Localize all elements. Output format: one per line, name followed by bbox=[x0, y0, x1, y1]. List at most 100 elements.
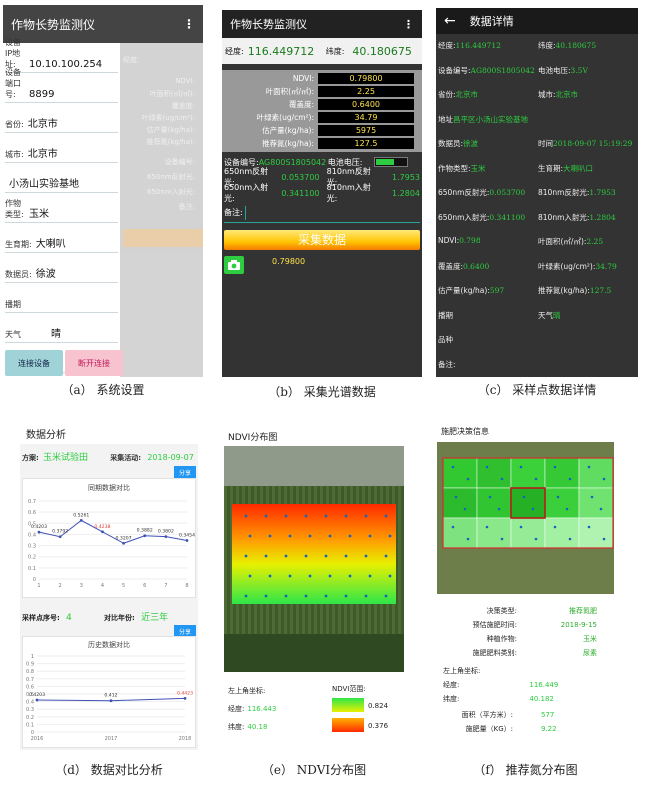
sample-point[interactable] bbox=[268, 574, 272, 578]
settings-field[interactable]: 生育期: 大喇叭 bbox=[5, 223, 118, 253]
sample-point[interactable] bbox=[500, 537, 504, 541]
sample-point[interactable] bbox=[348, 574, 352, 578]
sample-point[interactable] bbox=[284, 594, 288, 598]
sample-point[interactable] bbox=[324, 554, 328, 558]
grid-cell[interactable] bbox=[578, 517, 614, 549]
sample-point[interactable] bbox=[466, 477, 470, 481]
settings-field[interactable]: 天气 晴 bbox=[5, 313, 118, 343]
data-point[interactable] bbox=[185, 539, 189, 542]
field-value[interactable]: 北京市 bbox=[28, 115, 58, 130]
plan-value[interactable]: 玉米试验田 bbox=[43, 453, 88, 463]
data-point[interactable] bbox=[164, 535, 168, 539]
sample-point[interactable] bbox=[384, 514, 388, 518]
sample-point[interactable] bbox=[368, 534, 372, 538]
sample-point[interactable] bbox=[587, 465, 591, 469]
sample-point[interactable] bbox=[388, 534, 392, 538]
grid-cell[interactable] bbox=[510, 457, 546, 489]
field-value[interactable]: 10.10.100.254 bbox=[29, 59, 102, 70]
grid-cell[interactable] bbox=[544, 487, 580, 519]
sample-point[interactable] bbox=[368, 574, 372, 578]
settings-field[interactable]: 数据员: 徐波 bbox=[5, 253, 118, 283]
sample-point[interactable] bbox=[324, 594, 328, 598]
sample-point[interactable] bbox=[519, 525, 523, 529]
sample-point[interactable] bbox=[602, 537, 606, 541]
data-point[interactable] bbox=[122, 541, 125, 545]
sample-point[interactable] bbox=[288, 534, 292, 538]
grid-cell[interactable] bbox=[510, 487, 546, 519]
grid-cell[interactable] bbox=[544, 517, 580, 549]
grid-cell[interactable] bbox=[442, 487, 478, 519]
sample-point[interactable] bbox=[344, 554, 348, 558]
sample-point[interactable] bbox=[308, 574, 312, 578]
data-point[interactable] bbox=[58, 535, 62, 539]
field-value[interactable]: 晴 bbox=[51, 325, 61, 340]
field-value[interactable]: 徐波 bbox=[36, 265, 56, 280]
sample-point[interactable] bbox=[264, 594, 268, 598]
sample-point[interactable] bbox=[364, 554, 368, 558]
sample-point[interactable] bbox=[590, 495, 594, 499]
sample-point[interactable] bbox=[534, 477, 538, 481]
field-value[interactable]: 8899 bbox=[29, 89, 54, 100]
year-value[interactable]: 近三年 bbox=[141, 613, 168, 623]
sample-point[interactable] bbox=[244, 554, 248, 558]
note-input[interactable] bbox=[244, 205, 420, 220]
sample-point[interactable] bbox=[454, 495, 458, 499]
sample-point[interactable] bbox=[344, 514, 348, 518]
sample-point[interactable] bbox=[328, 574, 332, 578]
grid-cell[interactable] bbox=[544, 457, 580, 489]
point-value[interactable]: 4 bbox=[66, 613, 72, 623]
sample-point[interactable] bbox=[348, 534, 352, 538]
field-value[interactable]: 小汤山实验基地 bbox=[9, 175, 79, 190]
sample-point[interactable] bbox=[534, 537, 538, 541]
sample-point[interactable] bbox=[488, 495, 492, 499]
back-arrow-icon[interactable]: ← bbox=[444, 13, 456, 29]
sample-point[interactable] bbox=[556, 495, 560, 499]
sample-point[interactable] bbox=[364, 514, 368, 518]
sample-point[interactable] bbox=[304, 594, 308, 598]
settings-field[interactable]: 城市: 北京市 bbox=[5, 133, 118, 163]
sample-point[interactable] bbox=[344, 594, 348, 598]
grid-cell[interactable] bbox=[442, 457, 478, 489]
sample-point[interactable] bbox=[463, 507, 467, 511]
sample-point[interactable] bbox=[531, 507, 535, 511]
grid-cell[interactable] bbox=[476, 517, 512, 549]
settings-field[interactable]: 播期 bbox=[5, 283, 118, 313]
sample-point[interactable] bbox=[522, 495, 526, 499]
disconnect-button[interactable]: 断开连接 bbox=[65, 350, 123, 376]
field-value[interactable]: 大喇叭 bbox=[36, 235, 66, 250]
data-point[interactable] bbox=[109, 699, 113, 703]
sample-point[interactable] bbox=[384, 554, 388, 558]
sample-point[interactable] bbox=[500, 477, 504, 481]
sample-point[interactable] bbox=[602, 477, 606, 481]
sample-point[interactable] bbox=[288, 574, 292, 578]
sample-point[interactable] bbox=[248, 534, 252, 538]
settings-field[interactable]: 作物类型: 玉米 bbox=[5, 193, 118, 223]
data-point[interactable] bbox=[37, 530, 41, 534]
settings-field[interactable]: 省份: 北京市 bbox=[5, 103, 118, 133]
sample-point[interactable] bbox=[466, 537, 470, 541]
sample-point[interactable] bbox=[244, 594, 248, 598]
field-value[interactable]: 玉米 bbox=[29, 205, 49, 220]
sample-point[interactable] bbox=[264, 554, 268, 558]
data-point[interactable] bbox=[79, 518, 83, 522]
sample-point[interactable] bbox=[485, 465, 489, 469]
sample-point[interactable] bbox=[284, 514, 288, 518]
grid-cell[interactable] bbox=[476, 457, 512, 489]
sample-point[interactable] bbox=[364, 594, 368, 598]
sample-point[interactable] bbox=[328, 534, 332, 538]
sample-point[interactable] bbox=[248, 574, 252, 578]
sample-point[interactable] bbox=[308, 534, 312, 538]
data-point[interactable] bbox=[101, 530, 104, 534]
overflow-menu-icon[interactable]: ⋮ bbox=[403, 18, 414, 31]
sample-point[interactable] bbox=[244, 514, 248, 518]
grid-cell[interactable] bbox=[442, 517, 478, 549]
activity-value[interactable]: 2018-09-07 bbox=[147, 453, 194, 462]
sample-point[interactable] bbox=[587, 525, 591, 529]
sample-point[interactable] bbox=[497, 507, 501, 511]
sample-point[interactable] bbox=[284, 554, 288, 558]
settings-field[interactable]: 小汤山实验基地 bbox=[5, 163, 118, 193]
data-point[interactable] bbox=[183, 696, 187, 700]
sample-point[interactable] bbox=[268, 534, 272, 538]
data-point[interactable] bbox=[35, 698, 39, 702]
grid-cell[interactable] bbox=[578, 457, 614, 489]
